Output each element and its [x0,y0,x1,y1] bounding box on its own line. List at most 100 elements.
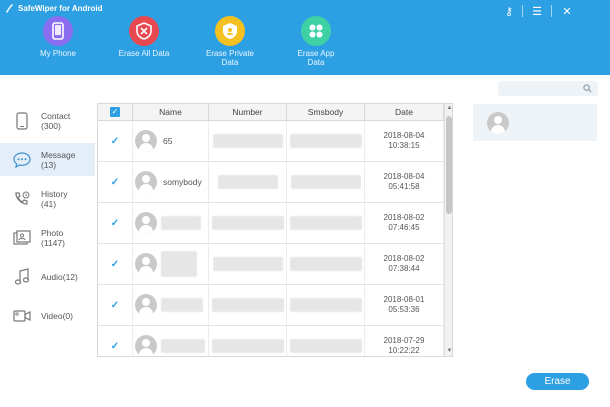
sidebar-item-history[interactable]: History (41) [0,182,95,215]
sidebar-item-audio[interactable]: Audio(12) [0,260,95,293]
check-icon: ✓ [110,176,120,188]
column-header-name[interactable]: Name [133,104,209,121]
row-checkbox[interactable]: ✓ [98,325,133,356]
search-icon [583,84,592,93]
message-date: 2018-08-01 [383,295,425,304]
shield-icon [129,16,159,46]
redacted-smsbody [289,298,362,312]
redacted-name [161,339,205,353]
photo-icon [12,229,32,246]
sidebar-item-photo[interactable]: Photo (1147) [0,221,95,254]
phone-icon [12,111,32,130]
avatar [135,212,157,234]
table-row[interactable]: ✓ 2018-08-02 07:38:44 [98,243,444,285]
contact-name: 65 [163,136,173,146]
row-checkbox[interactable]: ✓ [98,120,133,162]
message-icon [12,151,32,168]
sidebar-item-contact[interactable]: Contact (300) [0,104,95,137]
nav-label: My Phone [39,49,77,58]
message-date: 2018-08-02 [383,254,425,263]
nav-label: Erase App Data [297,49,335,67]
check-icon: ✓ [110,217,120,229]
window-separator [522,5,523,17]
redacted-smsbody [289,257,362,271]
nav-label: Erase Private Data [205,49,255,67]
redacted-smsbody [290,175,361,189]
search-input[interactable] [498,81,598,96]
message-date: 2018-08-04 [383,172,425,181]
message-time: 07:46:45 [388,223,420,232]
column-header-number[interactable]: Number [209,104,287,121]
message-time: 10:22:22 [388,346,420,355]
check-icon: ✓ [110,299,120,311]
scroll-thumb[interactable] [446,116,452,214]
sidebar-item-label: Contact [41,110,71,121]
avatar [135,253,157,275]
message-date: 2018-08-04 [383,131,425,140]
sidebar-item-count: (41) [41,198,57,209]
erase-button[interactable]: Erase [526,373,589,390]
privacy-shield-icon [215,16,245,46]
table-row[interactable]: ✓ 2018-07-29 10:22:22 [98,325,444,356]
redacted-number [211,216,284,230]
column-header-smsbody[interactable]: Smsbody [287,104,365,121]
contact-name: somybody [163,177,202,187]
message-date: 2018-08-02 [383,213,425,222]
sidebar-item-count: (300) [41,120,61,131]
app-title: SafeWiper for Android [18,4,103,13]
message-time: 05:41:58 [388,182,420,191]
message-time: 07:38:44 [388,264,420,273]
sidebar-item-label: Audio(12) [41,271,78,282]
table-scrollbar[interactable]: ▲ ▼ [444,104,452,356]
sidebar-item-count: (1147) [41,237,65,248]
redacted-smsbody [289,216,362,230]
call-history-icon [12,191,32,207]
message-time: 05:53:36 [388,305,420,314]
sidebar-item-label: Photo [41,227,64,238]
check-icon: ✓ [110,135,120,147]
nav-my-phone[interactable]: My Phone [17,14,99,70]
nav-erase-all-data[interactable]: Erase All Data [103,14,185,70]
redacted-number [211,298,284,312]
table-row[interactable]: ✓ 2018-08-02 07:46:45 [98,202,444,244]
nav-erase-private-data[interactable]: Erase Private Data [189,14,271,70]
scroll-down-icon[interactable]: ▼ [445,347,452,356]
key-icon[interactable]: ⚷ [498,2,520,20]
sidebar-item-video[interactable]: Video(0) [0,299,95,332]
column-header-date[interactable]: Date [365,104,444,121]
message-table: ✓ Name Number Smsbody Date ✓ 65 2018-08-… [97,103,453,357]
table-row[interactable]: ✓ somybody 2018-08-04 05:41:58 [98,161,444,203]
music-icon [12,267,32,286]
check-icon: ✓ [110,340,120,352]
close-icon[interactable]: ✕ [556,2,578,20]
row-checkbox[interactable]: ✓ [98,284,133,326]
sidebar-item-message[interactable]: Message (13) [0,143,95,176]
redacted-name [161,298,203,312]
redacted-smsbody [289,339,362,353]
row-checkbox[interactable]: ✓ [98,202,133,244]
redacted-name [161,251,197,277]
check-icon: ✓ [110,258,120,270]
window-separator [551,5,552,17]
row-checkbox[interactable]: ✓ [98,161,133,203]
table-row[interactable]: ✓ 2018-08-01 05:53:36 [98,284,444,326]
avatar [135,294,157,316]
redacted-number [212,134,283,148]
scroll-up-icon[interactable]: ▲ [445,104,452,113]
table-header: ✓ Name Number Smsbody Date [98,104,444,121]
nav-label: Erase All Data [118,49,170,58]
video-icon [12,309,32,323]
redacted-number [212,257,283,271]
sidebar: Contact (300) Message (13) History (41) Pho… [0,104,95,334]
nav-erase-app-data[interactable]: Erase App Data [275,14,357,70]
sidebar-item-count: (13) [41,159,57,170]
redacted-number [217,175,278,189]
avatar [135,171,157,193]
table-row[interactable]: ✓ 65 2018-08-04 10:38:15 [98,120,444,162]
row-checkbox[interactable]: ✓ [98,243,133,285]
avatar [487,111,509,134]
menu-icon[interactable]: ☰ [526,2,548,20]
sidebar-item-label: Video(0) [41,310,73,321]
select-all-checkbox[interactable]: ✓ [98,104,133,121]
message-date: 2018-07-29 [383,336,425,345]
